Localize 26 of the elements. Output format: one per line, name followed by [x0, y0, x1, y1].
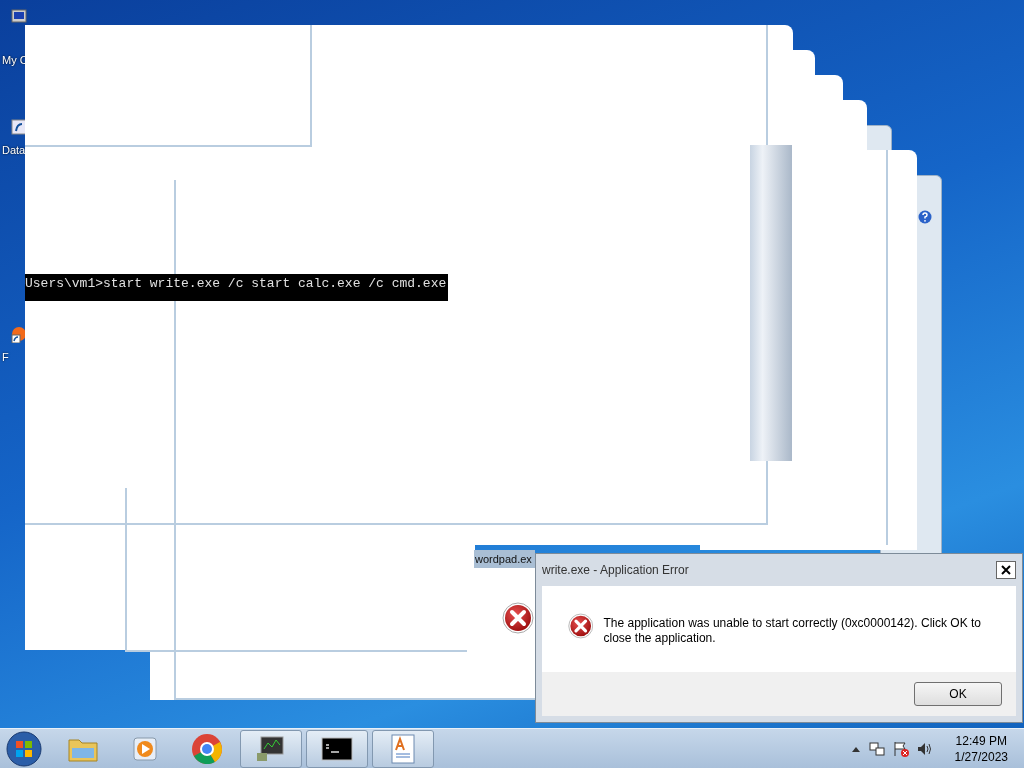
taskbar-button[interactable] — [240, 729, 302, 768]
desktop-icon-label: Data — [1, 144, 26, 156]
desktop-shortcut-icon[interactable] — [10, 8, 28, 26]
dialog-title: write.exe - Application Error — [542, 563, 689, 577]
desktop-icon-label: F — [1, 351, 9, 363]
clock-time: 12:49 PM — [955, 732, 1007, 749]
document-icon[interactable] — [390, 733, 416, 764]
start-button[interactable] — [6, 730, 42, 767]
chrome-icon[interactable] — [191, 732, 223, 765]
clock-date: 1/27/2023 — [954, 748, 1008, 765]
desktop-shortcut-icon[interactable] — [10, 325, 28, 343]
error-message: The application was unable to start correctly (0xc0000142). Click OK to close the application. — [603, 616, 982, 647]
console-command: Users\vm1>start write.exe /c start calc.exe /c cmd.exe — [25, 274, 449, 301]
monitor-icon[interactable] — [255, 734, 287, 763]
desktop-shortcut-icon[interactable] — [10, 118, 28, 136]
close-button[interactable] — [996, 561, 1016, 579]
flag-icon[interactable] — [892, 740, 909, 757]
clock[interactable]: 12:49 PM 1/27/2023 — [954, 732, 1008, 765]
dialog-title: wordpad.ex — [474, 550, 535, 568]
taskbar-button[interactable] — [306, 729, 368, 768]
terminal-icon[interactable] — [321, 736, 353, 761]
help-icon — [918, 210, 932, 224]
error-icon — [568, 610, 594, 642]
ok-button[interactable]: OK — [914, 682, 1002, 706]
network-icon[interactable] — [868, 740, 885, 757]
close-icon — [1000, 564, 1012, 576]
